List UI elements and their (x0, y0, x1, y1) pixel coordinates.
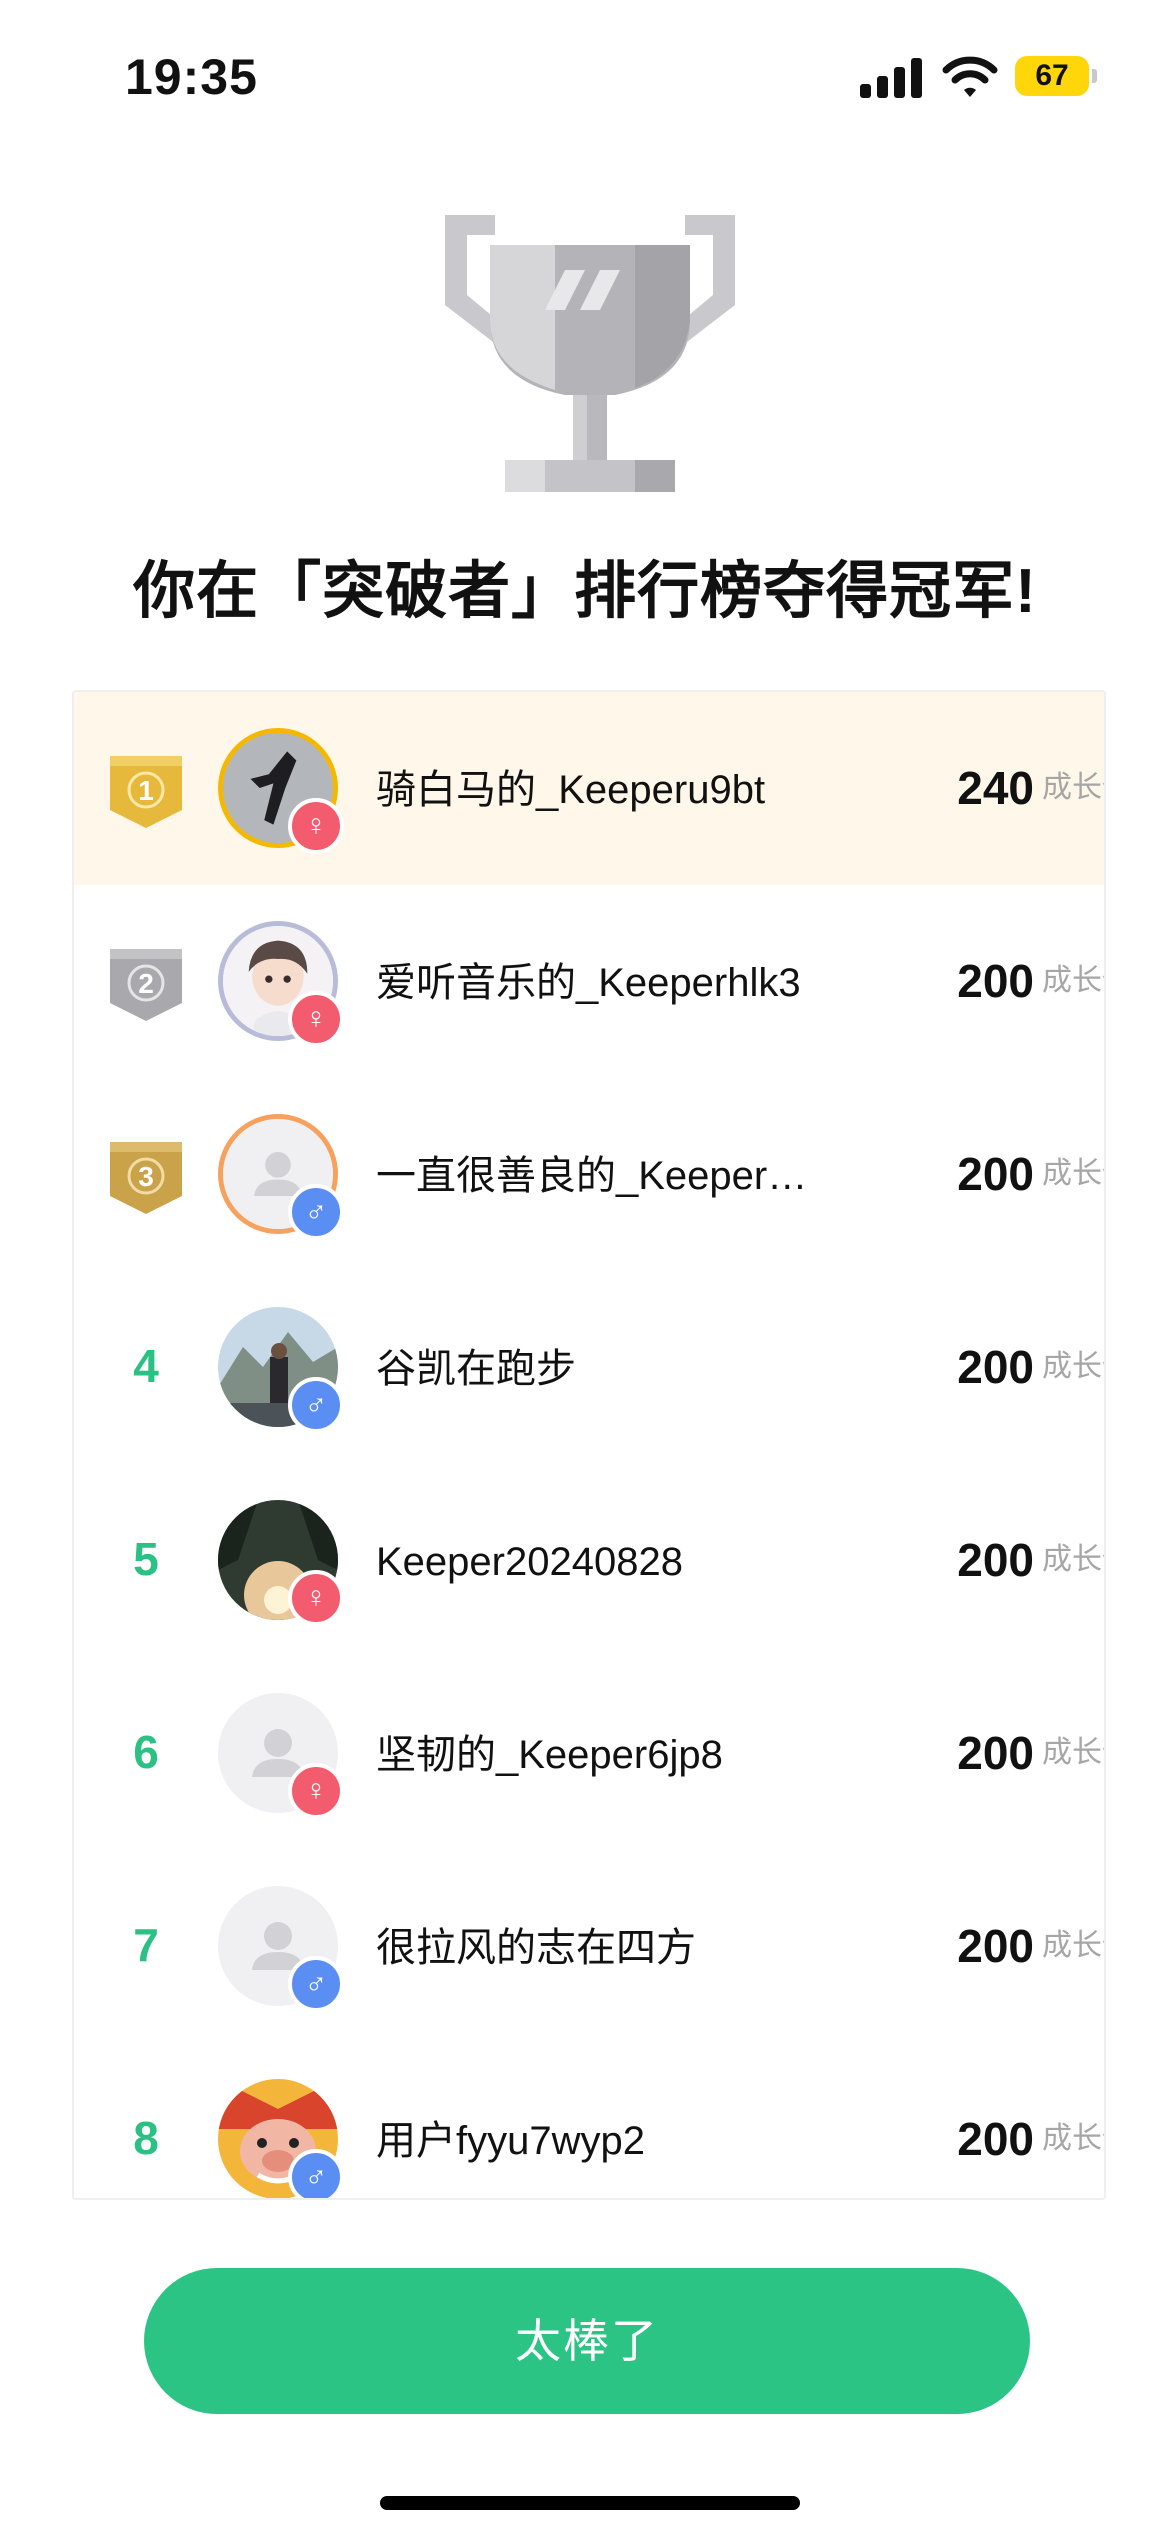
home-indicator[interactable] (380, 2496, 800, 2510)
user-name: 谷凯在跑步 (376, 1347, 576, 1391)
ranking-row-4[interactable]: 4 ♂ 谷凯在跑步 200 成长值 (74, 1271, 1104, 1464)
user-name: 用户fyyu7wyp2 (376, 2119, 645, 2163)
user-name: 骑白马的_Keeperu9bt (376, 768, 766, 812)
ranking-row-6[interactable]: 6 ♀ 坚韧的_Keeper6jp8 200 成长值 (74, 1657, 1104, 1850)
score-unit: 成长值 (1042, 1543, 1104, 1576)
score-unit: 成长值 (1042, 964, 1104, 997)
gender-female-icon: ♀ (288, 1763, 344, 1819)
ranking-row-7[interactable]: 7 ♂ 很拉风的志在四方 200 成长值 (74, 1850, 1104, 2043)
score-unit: 成长值 (1042, 1736, 1104, 1769)
rank-number: 6 (133, 1726, 159, 1778)
battery-level: 67 (1035, 59, 1069, 92)
ranking-row-5[interactable]: 5 ♀ Keeper20240828 200 成长值 (74, 1464, 1104, 1657)
ranking-row-8[interactable]: 8 ♂ 用户fyyu7wyp2 200 成长值 (74, 2043, 1104, 2198)
user-name: 很拉风的志在四方 (376, 1926, 696, 1970)
gender-female-icon: ♀ (288, 1570, 344, 1626)
battery-cap (1092, 69, 1097, 83)
headline: 你在「突破者」排行榜夺得冠军! (133, 557, 1037, 626)
rank-number: 8 (133, 2112, 159, 2164)
battery-icon: 67 (1015, 56, 1089, 96)
growth-score: 200 (957, 1341, 1034, 1393)
ranking-list[interactable]: 1 ♀ 骑白马的_Keeperu9bt 240 成长值 2 (72, 690, 1106, 2200)
growth-score: 200 (957, 1148, 1034, 1200)
ranking-row-3[interactable]: 3 ♂ 一直很善良的_Keeper… 200 成长值 (74, 1078, 1104, 1271)
awesome-button[interactable]: 太棒了 (144, 2268, 1030, 2414)
gender-female-icon: ♀ (288, 798, 344, 854)
growth-score: 200 (957, 1920, 1034, 1972)
bronze-medal-icon: 3 (110, 1142, 182, 1214)
growth-score: 200 (957, 2113, 1034, 2165)
gender-male-icon: ♂ (288, 1184, 344, 1240)
status-time: 19:35 (125, 49, 258, 105)
growth-score: 200 (957, 955, 1034, 1007)
growth-score: 200 (957, 1727, 1034, 1779)
score-unit: 成长值 (1042, 1350, 1104, 1383)
growth-score: 200 (957, 1534, 1034, 1586)
rank-number: 1 (138, 775, 154, 806)
rank-number: 3 (138, 1161, 154, 1192)
ranking-row-2[interactable]: 2 ♀ 爱听音乐的_Keeperhlk3 200 成长值 (74, 885, 1104, 1078)
gender-male-icon: ♂ (288, 1377, 344, 1433)
rank-number: 4 (133, 1340, 159, 1392)
status-bar: 19:35 67 (0, 0, 1170, 150)
score-unit: 成长值 (1042, 2122, 1104, 2155)
user-name: Keeper20240828 (376, 1540, 683, 1584)
silver-medal-icon: 2 (110, 949, 182, 1021)
score-unit: 成长值 (1042, 1929, 1104, 1962)
gold-medal-icon: 1 (110, 756, 182, 828)
score-unit: 成长值 (1042, 1157, 1104, 1190)
ranking-row-1[interactable]: 1 ♀ 骑白马的_Keeperu9bt 240 成长值 (74, 692, 1104, 885)
gender-male-icon: ♂ (288, 2149, 344, 2198)
gender-male-icon: ♂ (288, 1956, 344, 2012)
cellular-signal-icon (860, 58, 922, 98)
rank-number: 7 (133, 1919, 159, 1971)
rank-number: 2 (138, 968, 154, 999)
growth-score: 240 (957, 762, 1034, 814)
user-name: 爱听音乐的_Keeperhlk3 (376, 961, 801, 1005)
wifi-icon (942, 56, 998, 97)
user-name: 一直很善良的_Keeper… (376, 1154, 808, 1198)
user-name: 坚韧的_Keeper6jp8 (376, 1733, 723, 1777)
rank-number: 5 (133, 1533, 159, 1585)
gender-female-icon: ♀ (288, 991, 344, 1047)
score-unit: 成长值 (1042, 771, 1104, 804)
silver-trophy-icon (445, 215, 735, 492)
